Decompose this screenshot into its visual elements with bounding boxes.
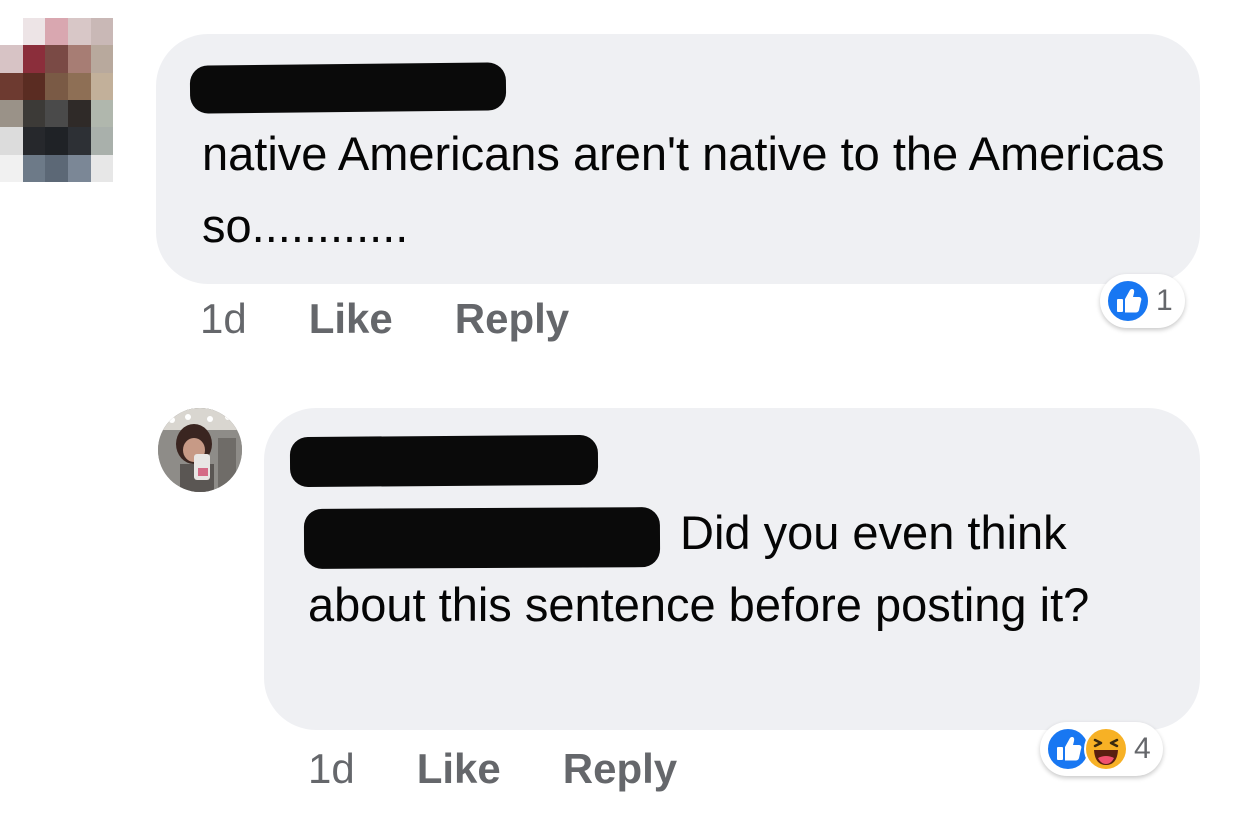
redacted-author-name bbox=[189, 62, 507, 114]
reply-button[interactable]: Reply bbox=[455, 295, 569, 343]
commenter-avatar[interactable] bbox=[0, 18, 136, 182]
comment-timestamp[interactable]: 1d bbox=[200, 295, 247, 343]
comment-timestamp[interactable]: 1d bbox=[308, 745, 355, 793]
like-button[interactable]: Like bbox=[309, 295, 393, 343]
commenter-avatar[interactable] bbox=[158, 408, 242, 492]
like-icon bbox=[1106, 279, 1150, 323]
comment-actions: 1d Like Reply bbox=[200, 295, 569, 343]
redacted-mention bbox=[303, 507, 661, 569]
reply-button[interactable]: Reply bbox=[563, 745, 677, 793]
haha-icon bbox=[1084, 727, 1128, 771]
comment-text: Did you even think bbox=[680, 506, 1067, 559]
comment-thread: native Americans aren't native to the Am… bbox=[0, 0, 1244, 829]
reaction-summary[interactable]: 1 bbox=[1100, 274, 1185, 328]
comment-text: native Americans aren't native to the Am… bbox=[202, 127, 1178, 252]
reaction-summary[interactable]: 4 bbox=[1040, 722, 1163, 776]
like-button[interactable]: Like bbox=[417, 745, 501, 793]
comment-actions: 1d Like Reply bbox=[308, 745, 677, 793]
reaction-count: 4 bbox=[1134, 732, 1151, 765]
reaction-count: 1 bbox=[1156, 284, 1173, 317]
redacted-author-name bbox=[289, 434, 599, 488]
comment-text-continued: about this sentence before posting it? bbox=[308, 578, 1090, 631]
